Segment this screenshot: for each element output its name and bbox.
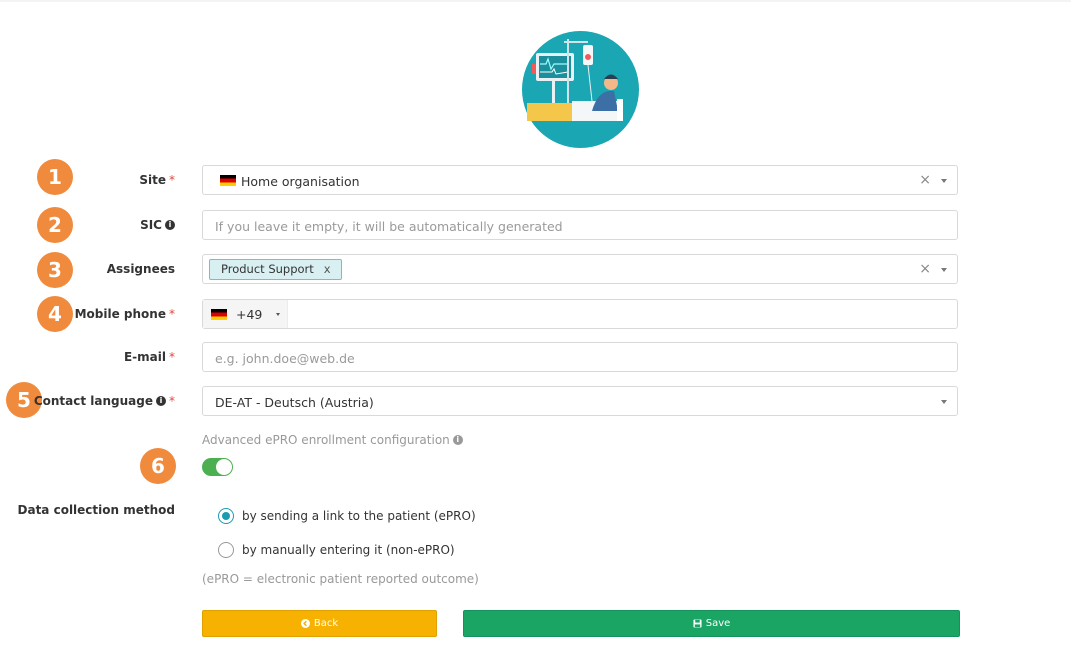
radio-epro-label[interactable]: by sending a link to the patient (ePRO) — [242, 509, 476, 523]
save-button-label: Save — [705, 618, 731, 629]
advanced-config-label: Advanced ePRO enrollment configuration i — [202, 433, 463, 447]
step-badge-4: 4 — [37, 296, 73, 332]
site-value: Home organisation — [241, 174, 360, 189]
mobile-phone-input[interactable]: +49 — [202, 299, 958, 329]
email-input[interactable]: e.g. john.doe@web.de — [202, 342, 958, 372]
assignees-label: Assignees — [106, 262, 175, 276]
sic-placeholder: If you leave it empty, it will be automa… — [215, 219, 563, 234]
site-label: Site * — [139, 173, 175, 187]
radio-epro[interactable] — [218, 508, 234, 524]
contact-language-value: DE-AT - Deutsch (Austria) — [215, 395, 374, 410]
chevron-down-icon[interactable] — [941, 400, 947, 404]
contact-language-select[interactable]: DE-AT - Deutsch (Austria) — [202, 386, 958, 416]
chevron-down-icon[interactable] — [941, 179, 947, 183]
chevron-down-icon[interactable] — [276, 313, 280, 316]
germany-flag-icon — [211, 309, 227, 320]
back-button-label: Back — [313, 618, 339, 629]
step-badge-2: 2 — [37, 207, 73, 243]
sic-label: SIC i — [140, 218, 175, 232]
assignee-tag[interactable]: Product Support x — [209, 259, 342, 280]
clear-icon[interactable]: × — [919, 261, 931, 277]
save-button[interactable]: Save — [463, 610, 960, 637]
patient-hospital-illustration — [522, 31, 639, 148]
assignee-tag-label: Product Support — [221, 262, 314, 276]
toggle-knob — [216, 459, 232, 475]
site-select[interactable]: Home organisation × — [202, 165, 958, 195]
radio-non-epro[interactable] — [218, 542, 234, 558]
back-arrow-icon — [300, 619, 310, 628]
info-icon[interactable]: i — [452, 434, 463, 445]
back-button[interactable]: Back — [202, 610, 437, 637]
contact-language-label: Contact language i * — [33, 394, 175, 408]
advanced-config-toggle[interactable] — [202, 458, 233, 476]
epro-note: (ePRO = electronic patient reported outc… — [202, 572, 479, 586]
remove-tag-icon[interactable]: x — [324, 262, 331, 276]
top-divider — [0, 0, 1071, 2]
email-label: E-mail * — [123, 350, 175, 364]
step-badge-1: 1 — [37, 159, 73, 195]
info-icon[interactable]: i — [165, 219, 175, 230]
country-code: +49 — [236, 307, 263, 322]
germany-flag-icon — [220, 175, 236, 186]
step-badge-6: 6 — [140, 448, 176, 484]
save-disk-icon — [693, 619, 702, 628]
mobile-phone-label: Mobile phone * — [74, 307, 175, 321]
email-placeholder: e.g. john.doe@web.de — [215, 351, 355, 366]
sic-input[interactable]: If you leave it empty, it will be automa… — [202, 210, 958, 240]
assignees-select[interactable]: Product Support x × — [202, 254, 958, 284]
data-collection-label: Data collection method — [17, 503, 175, 517]
step-badge-3: 3 — [37, 252, 73, 288]
info-icon[interactable]: i — [156, 395, 166, 406]
clear-icon[interactable]: × — [919, 172, 931, 188]
radio-non-epro-label[interactable]: by manually entering it (non-ePRO) — [242, 543, 455, 557]
chevron-down-icon[interactable] — [941, 268, 947, 272]
country-code-selector[interactable]: +49 — [203, 300, 288, 328]
